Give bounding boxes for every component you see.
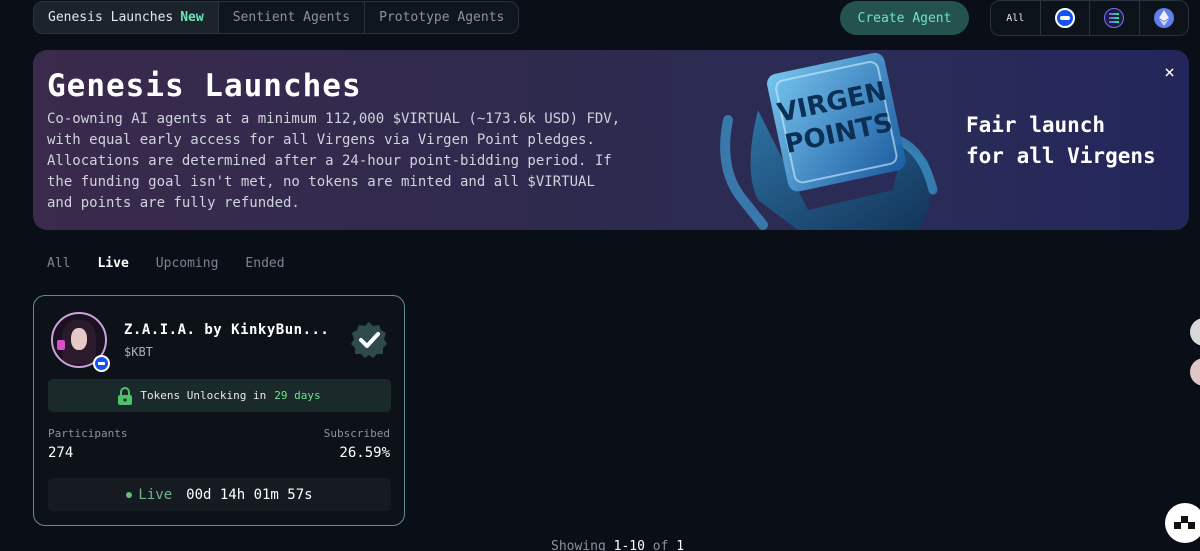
create-agent-button[interactable]: Create Agent — [840, 1, 969, 35]
tagline-line-2: for all Virgens — [966, 144, 1156, 168]
participants-label: Participants — [48, 427, 128, 440]
agent-launch-card[interactable]: Z.A.I.A. by KinkyBun... $KBT Tokens Unlo… — [33, 295, 405, 526]
banner-title: Genesis Launches — [47, 68, 362, 104]
tab-label: Prototype Agents — [379, 10, 505, 25]
participants-value: 274 — [48, 445, 74, 461]
status-filter-tabs: All Live Upcoming Ended — [47, 256, 285, 271]
filter-all[interactable]: All — [47, 256, 70, 271]
tab-label: Sentient Agents — [232, 10, 351, 25]
chain-filter-all[interactable]: All — [991, 1, 1041, 35]
unlock-days: 29 days — [274, 389, 321, 402]
base-chain-icon — [1054, 8, 1075, 28]
new-badge: New — [180, 10, 204, 25]
tab-label: Genesis Launches — [48, 10, 174, 25]
filter-upcoming[interactable]: Upcoming — [156, 256, 219, 271]
tagline-line-1: Fair launch — [966, 113, 1106, 137]
countdown-timer: 00d 14h 01m 57s — [186, 486, 313, 503]
genesis-banner: Genesis Launches Co-owning AI agents at … — [33, 50, 1189, 230]
pagination-total: 1 — [676, 539, 685, 551]
pagination-range: 1-10 — [613, 539, 645, 551]
verified-badge-icon — [351, 322, 387, 358]
banner-tagline: Fair launch for all Virgens — [966, 110, 1156, 172]
side-widget-bottom[interactable] — [1190, 358, 1200, 386]
chain-filter-base[interactable] — [1041, 1, 1090, 35]
live-status-bar: Live 00d 14h 01m 57s — [48, 478, 391, 511]
subscribed-value: 26.59% — [339, 445, 390, 461]
solana-chain-icon — [1104, 8, 1125, 28]
chat-widget-button[interactable] — [1165, 503, 1200, 543]
token-unlock-notice: Tokens Unlocking in 29 days — [48, 379, 391, 412]
agent-name: Z.A.I.A. by KinkyBun... — [124, 322, 330, 338]
tab-sentient-agents[interactable]: Sentient Agents — [219, 2, 366, 33]
chain-filter-ethereum[interactable] — [1140, 1, 1189, 35]
agent-ticker: $KBT — [124, 345, 153, 359]
chain-all-label: All — [1006, 12, 1025, 24]
unlock-prefix: Tokens Unlocking in — [140, 389, 267, 402]
filter-live[interactable]: Live — [97, 256, 128, 271]
base-chain-icon — [93, 355, 110, 372]
chain-filter-solana[interactable] — [1090, 1, 1140, 35]
close-icon[interactable]: × — [1164, 62, 1175, 83]
pagination-prefix: Showing — [551, 539, 606, 551]
side-widget-top[interactable] — [1190, 318, 1200, 346]
banner-description: Co-owning AI agents at a minimum 112,000… — [47, 111, 621, 211]
launch-type-tabs: Genesis Launches New Sentient Agents Pro… — [33, 1, 520, 34]
pagination-of: of — [652, 539, 669, 551]
chain-filter: All — [990, 0, 1189, 36]
ethereum-chain-icon — [1153, 8, 1174, 28]
live-status: Live — [126, 487, 172, 503]
tab-prototype-agents[interactable]: Prototype Agents — [365, 2, 518, 33]
subscribed-label: Subscribed — [323, 427, 390, 440]
virgen-points-cube-illustration: VIRGEN POINTS — [720, 52, 938, 230]
pagination-summary: Showing 1-10 of 1 — [551, 539, 684, 551]
filter-ended[interactable]: Ended — [245, 256, 284, 271]
chat-widget-icon — [1174, 516, 1195, 529]
tab-genesis-launches[interactable]: Genesis Launches New — [34, 2, 219, 33]
lock-icon — [118, 386, 133, 405]
